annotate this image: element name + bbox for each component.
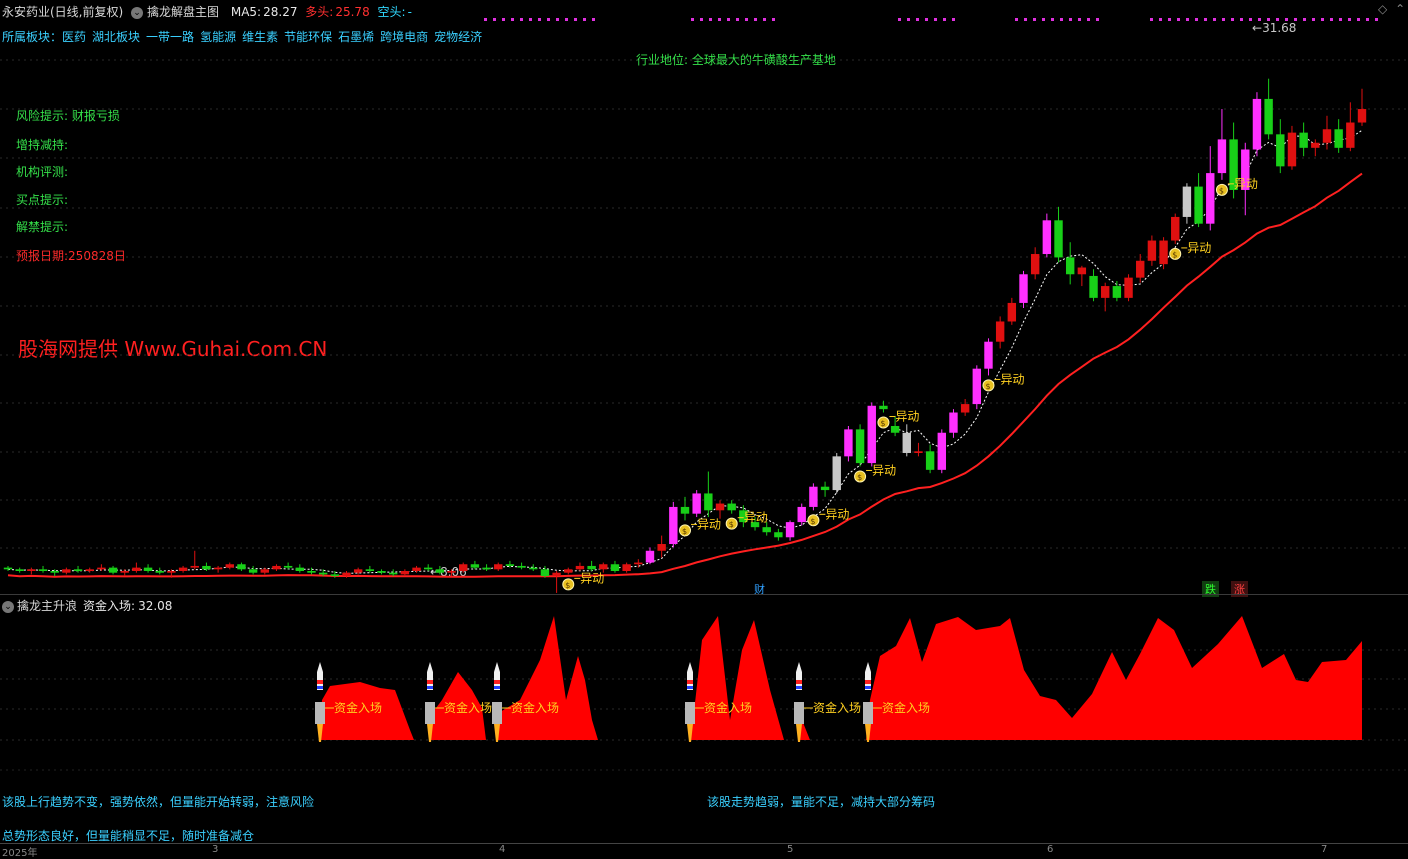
rocket-band bbox=[427, 680, 433, 684]
rocket-body bbox=[425, 702, 435, 724]
axis-label: 3 bbox=[212, 844, 219, 855]
axis-label: 7 bbox=[1321, 844, 1328, 855]
rocket-label: 资金入场 bbox=[511, 700, 559, 715]
axis-label: 6 bbox=[1047, 844, 1054, 855]
money-inflow-area bbox=[496, 616, 598, 740]
rocket-label: 资金入场 bbox=[813, 700, 861, 715]
axis-label: 4 bbox=[499, 844, 506, 855]
rocket-body bbox=[863, 702, 873, 724]
comment-2: 该股走势趋弱，量能不足，减持大部分筹码 bbox=[707, 795, 936, 809]
rocket-icon bbox=[494, 662, 500, 690]
rocket-icon bbox=[796, 662, 802, 690]
rocket-label: 资金入场 bbox=[882, 700, 930, 715]
rocket-icon bbox=[687, 662, 693, 690]
rocket-label: 资金入场 bbox=[444, 700, 492, 715]
rocket-band bbox=[427, 686, 433, 689]
rocket-band bbox=[317, 680, 323, 684]
rocket-band bbox=[796, 686, 802, 689]
rocket-body bbox=[492, 702, 502, 724]
axis-label: 5 bbox=[787, 844, 794, 855]
money-inflow-chart[interactable]: 资金入场 资金入场 资金入场 资金入场 资金入场 资金入场 bbox=[0, 0, 1408, 852]
rocket-icon bbox=[427, 662, 433, 690]
money-inflow-area bbox=[690, 616, 784, 740]
rocket-band bbox=[865, 680, 871, 684]
rocket-band bbox=[687, 686, 693, 689]
money-inflow-area bbox=[866, 616, 1362, 740]
rocket-band bbox=[865, 686, 871, 689]
rocket-band bbox=[796, 680, 802, 684]
rocket-band bbox=[317, 686, 323, 689]
rocket-icon bbox=[865, 662, 871, 690]
rocket-label: 资金入场 bbox=[334, 700, 382, 715]
rocket-band bbox=[494, 680, 500, 684]
rocket-body bbox=[685, 702, 695, 724]
rocket-band bbox=[494, 686, 500, 689]
rocket-band bbox=[687, 680, 693, 684]
rocket-icon bbox=[317, 662, 323, 690]
comment-3: 总势形态良好，但量能稍显不足，随时准备减仓 bbox=[2, 829, 255, 843]
rocket-body bbox=[315, 702, 325, 724]
comment-1: 该股上行趋势不变，强势依然，但量能开始转弱，注意风险 bbox=[2, 795, 315, 809]
rocket-label: 资金入场 bbox=[704, 700, 752, 715]
rocket-body bbox=[794, 702, 804, 724]
